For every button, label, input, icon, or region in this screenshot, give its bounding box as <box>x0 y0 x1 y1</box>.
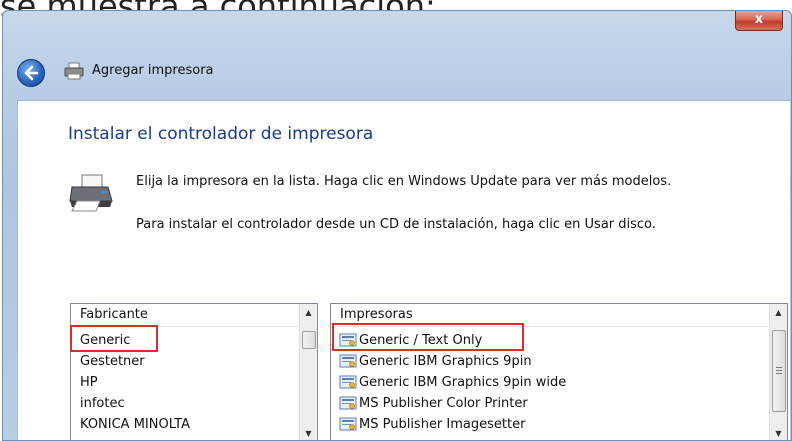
manufacturer-list[interactable]: Fabricante Generic Gestetner HP infotec … <box>70 303 318 440</box>
list-item[interactable]: Generic <box>71 330 290 351</box>
printer-driver-icon <box>339 354 357 368</box>
list-item-label: MS Publisher Imagesetter <box>359 417 526 432</box>
window-title: Agregar impresora <box>92 63 214 78</box>
printer-icon <box>64 62 84 80</box>
list-item-label: Generic IBM Graphics 9pin wide <box>359 375 567 390</box>
list-item[interactable]: Generic IBM Graphics 9pin wide <box>331 372 759 393</box>
page-title: Instalar el controlador de impresora <box>68 124 374 144</box>
instruction-text-2: Para instalar el controlador desde un CD… <box>136 217 656 232</box>
list-item[interactable]: MS Publisher Color Printer <box>331 393 759 414</box>
list-item[interactable]: Generic / Text Only <box>331 330 759 351</box>
list-item-label: MS Publisher Color Printer <box>359 396 528 411</box>
list-item[interactable]: KONICA MINOLTA <box>71 414 290 435</box>
list-item[interactable]: MS Publisher Imagesetter <box>331 414 759 435</box>
wizard-content: Instalar el controlador de impresora Eli… <box>17 100 790 440</box>
scroll-thumb[interactable] <box>772 330 786 412</box>
list-item[interactable]: Generic IBM Graphics 9pin <box>331 351 759 372</box>
back-button[interactable] <box>17 59 45 87</box>
printer-driver-icon <box>339 417 357 431</box>
navigation-bar: Agregar impresora <box>3 31 791 97</box>
list-item[interactable]: infotec <box>71 393 290 414</box>
scroll-thumb[interactable] <box>302 331 316 349</box>
printer-list[interactable]: Impresoras Generic / Text Only Generic I… <box>330 303 788 440</box>
manufacturer-column-header[interactable]: Fabricante <box>71 304 298 327</box>
printer-scrollbar[interactable]: ▲ ▼ <box>769 304 787 440</box>
printer-icon-large <box>69 174 113 212</box>
back-arrow-icon <box>24 65 39 81</box>
instruction-text-1: Elija la impresora en la lista. Haga cli… <box>136 174 672 189</box>
list-item[interactable]: Gestetner <box>71 351 290 372</box>
close-button[interactable]: x <box>735 11 783 31</box>
list-item-label: Generic / Text Only <box>359 333 483 348</box>
list-item-label: Generic IBM Graphics 9pin <box>359 354 532 369</box>
printer-driver-icon <box>339 396 357 410</box>
printer-driver-icon <box>339 333 357 347</box>
printer-column-header[interactable]: Impresoras <box>331 304 768 327</box>
manufacturer-scrollbar[interactable]: ▲ ▼ <box>299 304 317 440</box>
printer-driver-icon <box>339 375 357 389</box>
list-item[interactable]: HP <box>71 372 290 393</box>
scroll-up-icon[interactable]: ▲ <box>770 304 787 321</box>
add-printer-window: x Agregar impresora Instalar el controla… <box>2 10 792 441</box>
scroll-up-icon[interactable]: ▲ <box>300 304 317 321</box>
